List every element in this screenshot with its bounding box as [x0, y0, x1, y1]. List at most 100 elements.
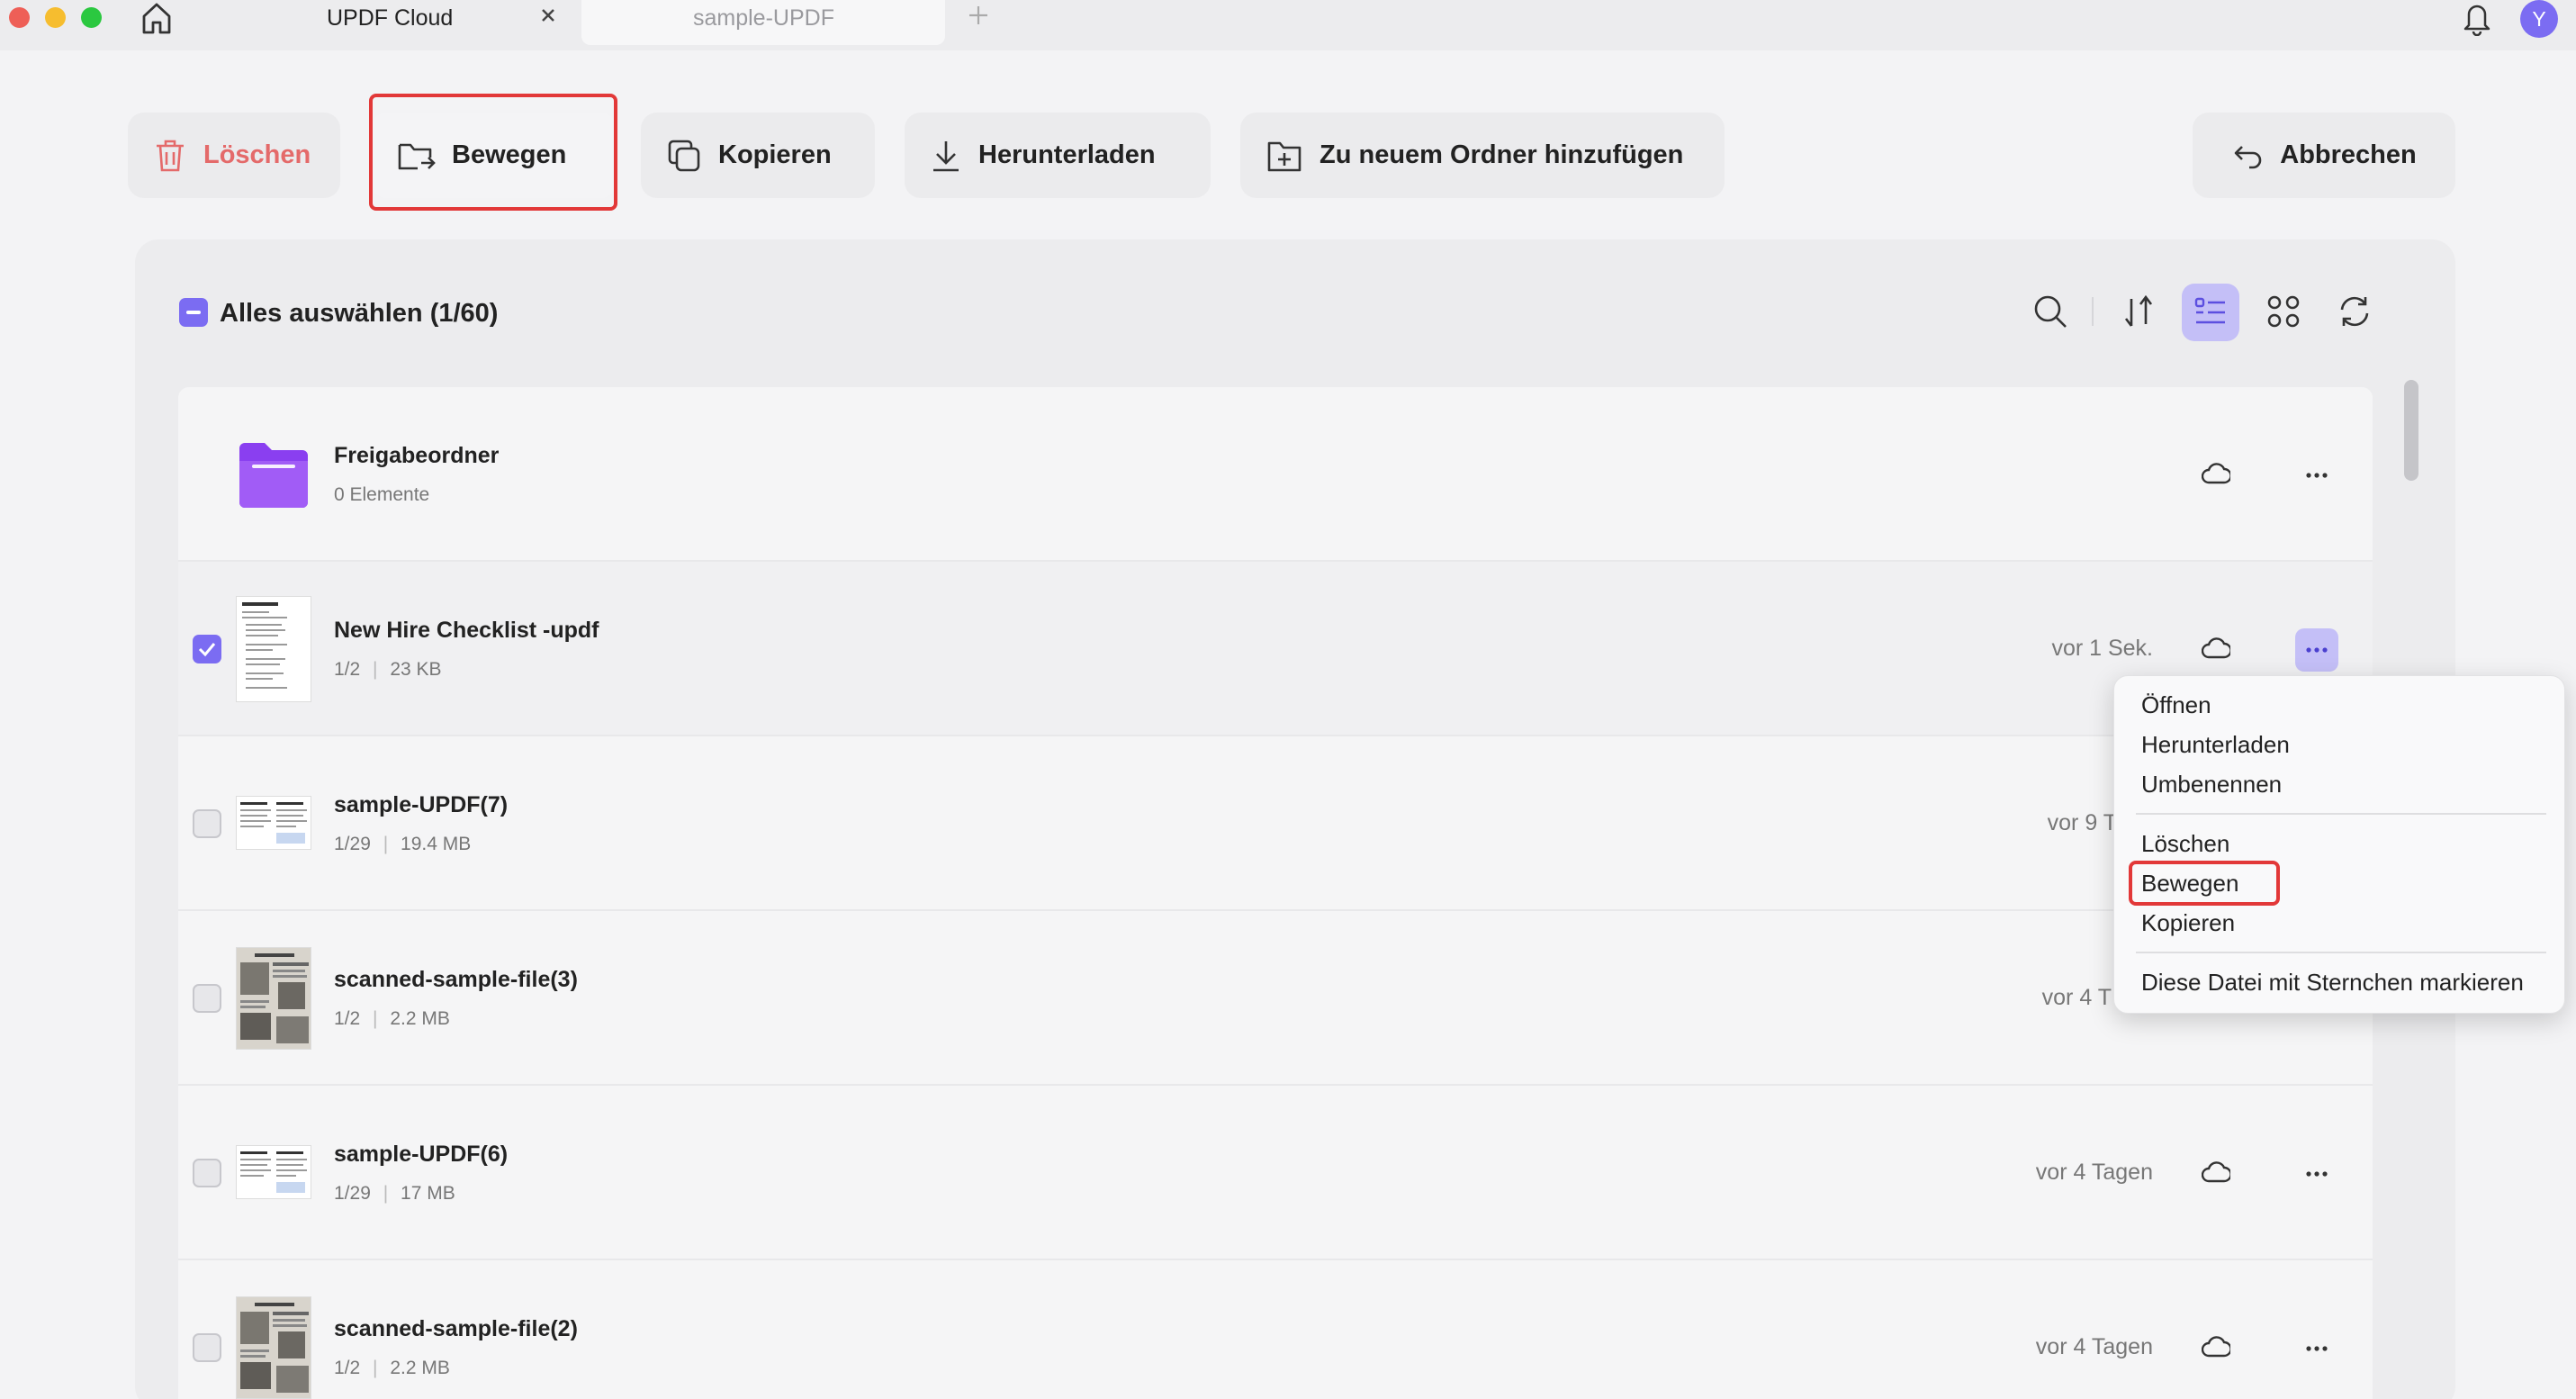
meta-divider: |: [383, 1183, 389, 1204]
refresh-icon[interactable]: [2337, 293, 2373, 329]
file-pages: 1/2: [334, 1358, 361, 1378]
more-button[interactable]: [2295, 628, 2338, 672]
file-thumbnail: [236, 1145, 311, 1199]
file-meta: 1/2 | 2.2 MB: [334, 1008, 450, 1030]
grid-view-icon[interactable]: [2266, 294, 2301, 329]
file-date: vor 4 Tagen: [2035, 1334, 2153, 1359]
minimize-window-button[interactable]: [45, 7, 66, 28]
sort-icon[interactable]: [2122, 293, 2155, 329]
file-thumbnail: [236, 947, 311, 1050]
file-date: vor 1 Sek.: [2051, 636, 2153, 661]
menu-item-copy[interactable]: Kopieren: [2141, 909, 2235, 937]
search-icon[interactable]: [2032, 293, 2068, 329]
menu-item-open[interactable]: Öffnen: [2141, 691, 2211, 719]
menu-item-download[interactable]: Herunterladen: [2141, 731, 2290, 759]
add-to-new-folder-label: Zu neuem Ordner hinzufügen: [1320, 140, 1684, 169]
menu-item-delete[interactable]: Löschen: [2141, 830, 2229, 858]
list-item[interactable]: scanned-sample-file(2) 1/2 | 2.2 MB vor …: [178, 1260, 2373, 1399]
file-date: vor 9 T: [2047, 810, 2117, 835]
list-item[interactable]: scanned-sample-file(3) 1/2 | 2.2 MB vor …: [178, 911, 2373, 1086]
list-item[interactable]: Freigabeordner 0 Elemente: [178, 387, 2373, 562]
file-meta: 1/2 | 23 KB: [334, 659, 442, 681]
zoom-window-button[interactable]: [81, 7, 102, 28]
more-button[interactable]: [2295, 454, 2338, 497]
file-date: vor 4 T: [2041, 985, 2112, 1010]
file-thumbnail: [236, 596, 311, 702]
more-button[interactable]: [2295, 1152, 2338, 1196]
row-checkbox[interactable]: [193, 1333, 221, 1362]
file-meta: 0 Elemente: [334, 484, 430, 505]
menu-separator: [2136, 952, 2546, 953]
copy-button[interactable]: Kopieren: [641, 113, 875, 198]
copy-icon: [666, 138, 702, 174]
cancel-button[interactable]: Abbrechen: [2193, 113, 2455, 198]
file-name: Freigabeordner: [334, 443, 500, 468]
cloud-icon[interactable]: [2202, 1334, 2230, 1359]
move-button-highlight: [369, 94, 617, 211]
file-list: Freigabeordner 0 Elemente New Hire Check…: [178, 387, 2373, 1399]
menu-item-move-highlight: [2129, 861, 2280, 906]
file-meta: 1/2 | 2.2 MB: [334, 1358, 450, 1379]
cloud-icon[interactable]: [2202, 1160, 2230, 1185]
delete-button[interactable]: Löschen: [128, 113, 340, 198]
file-meta: 1/29 | 17 MB: [334, 1183, 455, 1205]
cloud-icon[interactable]: [2202, 636, 2230, 661]
file-size: 2.2 MB: [390, 1008, 450, 1029]
file-name: scanned-sample-file(3): [334, 967, 578, 992]
file-pages: 1/2: [334, 1008, 361, 1029]
tab-sample-updf[interactable]: sample-UPDF: [581, 0, 945, 45]
file-thumbnail: [236, 1296, 311, 1399]
add-folder-icon: [1265, 138, 1303, 174]
row-checkbox[interactable]: [193, 635, 221, 663]
meta-divider: |: [373, 1008, 378, 1029]
menu-item-rename[interactable]: Umbenennen: [2141, 771, 2282, 799]
context-menu: Öffnen Herunterladen Umbenennen Löschen …: [2113, 675, 2565, 1014]
list-item[interactable]: sample-UPDF(7) 1/29 | 19.4 MB vor 9 T: [178, 736, 2373, 911]
close-window-button[interactable]: [9, 7, 30, 28]
file-size: 19.4 MB: [401, 834, 472, 854]
title-bar: UPDF Cloud sample-UPDF Y: [0, 0, 2576, 50]
cloud-icon[interactable]: [2202, 461, 2230, 486]
file-meta: 1/29 | 19.4 MB: [334, 834, 471, 855]
file-name: sample-UPDF(7): [334, 792, 509, 817]
menu-item-star[interactable]: Diese Datei mit Sternchen markieren: [2141, 969, 2524, 997]
file-pages: 1/29: [334, 834, 371, 854]
scrollbar[interactable]: [2404, 380, 2418, 481]
select-all-label[interactable]: Alles auswählen (1/60): [220, 299, 498, 329]
avatar[interactable]: Y: [2520, 0, 2558, 38]
list-item[interactable]: New Hire Checklist -updf 1/2 | 23 KB vor…: [178, 562, 2373, 736]
add-to-new-folder-button[interactable]: Zu neuem Ordner hinzufügen: [1240, 113, 1725, 198]
list-view-button[interactable]: [2182, 284, 2239, 341]
folder-icon: [236, 441, 311, 510]
trash-icon: [153, 138, 187, 174]
more-button[interactable]: [2295, 1327, 2338, 1370]
tab-label: sample-UPDF: [693, 5, 834, 31]
menu-separator: [2136, 813, 2546, 815]
download-icon: [930, 138, 962, 174]
file-size: 2.2 MB: [390, 1358, 450, 1378]
file-pages: 1/2: [334, 659, 361, 680]
toolbar-divider: [2092, 297, 2094, 326]
file-size: 23 KB: [390, 659, 442, 680]
file-date: vor 4 Tagen: [2035, 1160, 2153, 1185]
bell-icon[interactable]: [2461, 0, 2493, 36]
list-item[interactable]: sample-UPDF(6) 1/29 | 17 MB vor 4 Tagen: [178, 1086, 2373, 1260]
row-checkbox[interactable]: [193, 984, 221, 1013]
file-thumbnail: [236, 796, 311, 850]
meta-divider: |: [383, 834, 389, 854]
delete-label: Löschen: [203, 140, 311, 169]
download-label: Herunterladen: [978, 140, 1156, 169]
select-all-checkbox[interactable]: [179, 298, 208, 327]
tab-updf-cloud[interactable]: UPDF Cloud: [207, 0, 580, 45]
cancel-label: Abbrechen: [2280, 140, 2417, 169]
avatar-letter: Y: [2532, 6, 2546, 31]
close-icon[interactable]: [538, 5, 558, 25]
row-checkbox[interactable]: [193, 1159, 221, 1187]
file-name: New Hire Checklist -updf: [334, 618, 599, 643]
plus-icon[interactable]: [968, 5, 989, 26]
meta-divider: |: [373, 659, 378, 680]
home-icon[interactable]: [139, 0, 175, 36]
row-checkbox[interactable]: [193, 809, 221, 838]
download-button[interactable]: Herunterladen: [905, 113, 1211, 198]
tab-label: UPDF Cloud: [327, 5, 454, 31]
